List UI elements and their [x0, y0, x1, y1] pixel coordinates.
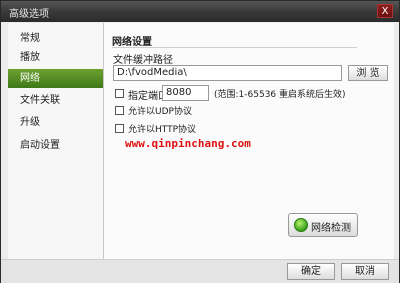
- sidebar-item-playback[interactable]: 播放: [8, 48, 103, 67]
- http-checkbox[interactable]: [115, 124, 124, 133]
- udp-checkbox[interactable]: [115, 106, 124, 115]
- dialog-footer: 确定 取消: [1, 259, 399, 283]
- window-title: 高级选项: [9, 9, 49, 20]
- sidebar: 常规 播放 网络 文件关联 升级 启动设置: [8, 23, 104, 259]
- ok-button[interactable]: 确定: [287, 263, 335, 280]
- advanced-options-window: 高级选项 X 常规 播放 网络 文件关联 升级 启动设置 网络设置 文件缓冲路径…: [0, 0, 400, 283]
- section-title: 网络设置: [112, 37, 152, 48]
- network-detect-button[interactable]: 网络检测: [288, 213, 358, 237]
- close-button[interactable]: X: [377, 4, 393, 18]
- http-checkbox-label: 允许以HTTP协议: [128, 125, 197, 135]
- cache-path-input[interactable]: D:\fvodMedia\: [113, 65, 342, 81]
- watermark-text: www.qinpinchang.com: [125, 137, 251, 150]
- sidebar-item-startup[interactable]: 启动设置: [8, 136, 103, 155]
- sidebar-item-general[interactable]: 常规: [8, 29, 103, 48]
- sidebar-item-upgrade[interactable]: 升级: [8, 113, 103, 132]
- browse-button[interactable]: 浏 览: [348, 65, 388, 81]
- sidebar-item-network[interactable]: 网络: [8, 69, 103, 88]
- cache-path-label: 文件缓冲路径: [113, 55, 173, 66]
- cancel-button[interactable]: 取消: [341, 263, 389, 280]
- udp-checkbox-label: 允许以UDP协议: [128, 107, 192, 117]
- section-divider: [112, 47, 357, 48]
- port-input[interactable]: 8080: [162, 85, 209, 101]
- port-range-hint: (范围:1-65536 重启系统后生效): [214, 90, 346, 100]
- green-status-icon: [294, 218, 308, 232]
- network-detect-label: 网络检测: [311, 223, 351, 234]
- title-bar: 高级选项 X: [1, 1, 399, 22]
- sidebar-item-file-association[interactable]: 文件关联: [8, 91, 103, 110]
- port-checkbox[interactable]: [115, 89, 124, 98]
